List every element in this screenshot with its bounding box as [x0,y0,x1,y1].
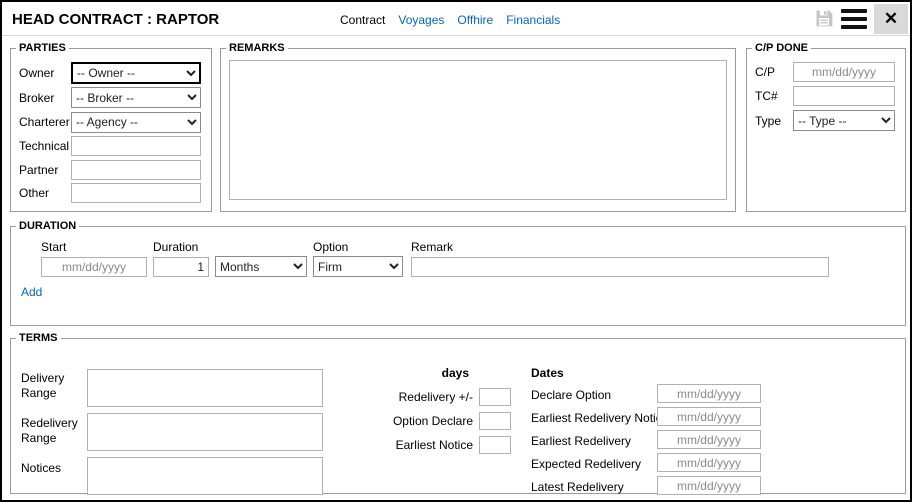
earliest-notice-row: Earliest Notice [371,436,511,454]
earliest-redelivery-label: Earliest Redelivery [531,434,631,448]
redelivery-plusminus-input[interactable] [479,388,511,406]
tab-contract[interactable]: Contract [340,13,385,27]
cp-date-input[interactable] [793,62,895,82]
delivery-range-label: Delivery Range [21,371,83,401]
duration-start-input[interactable] [41,257,147,277]
technical-row: Technical [19,136,203,156]
header-bar: HEAD CONTRACT : RAPTOR Contract Voyages … [2,2,910,36]
latest-redelivery-label: Latest Redelivery [531,480,624,494]
notices-label: Notices [21,461,83,476]
broker-select[interactable]: -- Broker -- [71,87,201,108]
duration-input-row: Months Firm [19,256,897,277]
earliest-redelivery-notice-label: Earliest Redelivery Notice [531,411,668,425]
cp-date-row: C/P [755,62,897,82]
remarks-textarea[interactable] [229,60,727,200]
terms-legend: TERMS [16,332,61,344]
duration-remark-input[interactable] [411,257,829,277]
owner-row: Owner -- Owner -- [19,62,203,84]
redelivery-range-textarea[interactable] [87,413,323,451]
earliest-redelivery-row: Earliest Redelivery [531,430,761,453]
close-icon: ✕ [884,9,898,28]
duration-column-header: Duration [153,240,209,254]
save-icon [814,8,834,31]
menu-icon [841,9,867,29]
remark-column-header: Remark [411,240,829,254]
option-declare-label: Option Declare [393,414,473,428]
cp-label: C/P [755,65,793,79]
cp-done-legend: C/P DONE [752,42,811,54]
charterer-row: Charterer -- Agency -- [19,112,203,133]
other-label: Other [19,186,71,200]
type-select[interactable]: -- Type -- [793,110,895,131]
broker-row: Broker -- Broker -- [19,87,203,108]
start-column-header: Start [41,240,147,254]
declare-option-row: Declare Option [531,384,761,407]
earliest-redelivery-notice-row: Earliest Redelivery Notice [531,407,761,430]
menu-button[interactable] [841,9,867,29]
duration-header-row: Start Duration Option Remark [19,240,897,254]
expected-redelivery-row: Expected Redelivery [531,453,761,476]
page-title: HEAD CONTRACT : RAPTOR [12,11,219,28]
partner-row: Partner [19,160,203,180]
terms-section: TERMS Delivery Range Redelivery Range No… [10,332,906,494]
latest-redelivery-row: Latest Redelivery [531,476,761,499]
duration-option-select[interactable]: Firm [313,256,403,277]
type-label: Type [755,114,793,128]
save-button[interactable] [814,8,834,31]
tab-offhire[interactable]: Offhire [457,13,493,27]
duration-legend: DURATION [16,220,79,232]
option-declare-input[interactable] [479,412,511,430]
duration-unit-select[interactable]: Months [215,256,307,277]
technical-label: Technical [19,139,71,153]
redelivery-range-label: Redelivery Range [21,416,83,446]
owner-label: Owner [19,66,71,80]
tc-label: TC# [755,89,793,103]
earliest-notice-input[interactable] [479,436,511,454]
tc-number-row: TC# [755,86,897,106]
earliest-notice-label: Earliest Notice [396,438,473,452]
redelivery-plusminus-row: Redelivery +/- [371,388,511,406]
declare-option-label: Declare Option [531,388,611,402]
days-header: days [371,366,511,382]
parties-legend: PARTIES [16,42,69,54]
partner-input[interactable] [71,160,201,180]
declare-option-date-input[interactable] [657,384,761,403]
delivery-range-textarea[interactable] [87,369,323,407]
duration-section: DURATION Start Duration Option Remark Mo… [10,220,906,326]
dates-column: Dates Declare Option Earliest Redelivery… [531,366,761,499]
parties-section: PARTIES Owner -- Owner -- Broker -- Brok… [10,42,212,212]
close-button[interactable]: ✕ [874,4,908,34]
remarks-legend: REMARKS [226,42,288,54]
charterer-select[interactable]: -- Agency -- [71,112,201,133]
expected-redelivery-date-input[interactable] [657,453,761,472]
tc-number-input[interactable] [793,86,895,106]
earliest-redelivery-notice-date-input[interactable] [657,407,761,426]
redelivery-plusminus-label: Redelivery +/- [399,390,473,404]
notices-textarea[interactable] [87,457,323,495]
partner-label: Partner [19,163,71,177]
expected-redelivery-label: Expected Redelivery [531,457,641,471]
option-declare-row: Option Declare [371,412,511,430]
owner-select[interactable]: -- Owner -- [71,62,201,84]
cp-done-section: C/P DONE C/P TC# Type -- Type -- [746,42,906,212]
nav-tabs: Contract Voyages Offhire Financials [340,13,560,27]
broker-label: Broker [19,91,71,105]
remarks-section: REMARKS [220,42,736,212]
tab-voyages[interactable]: Voyages [398,13,444,27]
type-row: Type -- Type -- [755,110,897,131]
days-column: days Redelivery +/- Option Declare Earli… [371,366,511,454]
other-input[interactable] [71,183,201,203]
option-column-header: Option [313,240,403,254]
technical-input[interactable] [71,136,201,156]
head-contract-window: HEAD CONTRACT : RAPTOR Contract Voyages … [0,0,912,502]
duration-value-input[interactable] [153,257,209,277]
dates-header: Dates [531,366,761,384]
charterer-label: Charterer [19,115,71,129]
add-duration-link[interactable]: Add [21,285,42,299]
latest-redelivery-date-input[interactable] [657,476,761,495]
earliest-redelivery-date-input[interactable] [657,430,761,449]
tab-financials[interactable]: Financials [506,13,560,27]
header-icons: ✕ [814,4,908,34]
other-row: Other [19,183,203,203]
